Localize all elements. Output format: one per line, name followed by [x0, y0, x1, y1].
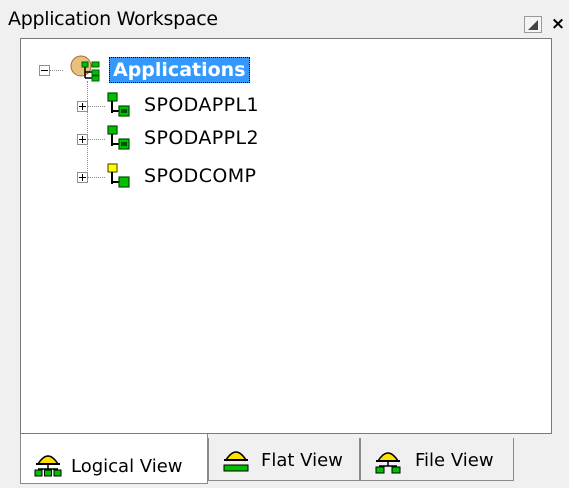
tree-connector — [87, 139, 105, 140]
application-icon — [107, 92, 130, 117]
tab-label: Flat View — [261, 450, 343, 471]
tree-root-label[interactable]: Applications — [109, 57, 250, 83]
flat-view-icon — [223, 451, 249, 472]
tab-file-view[interactable]: File View — [360, 438, 514, 481]
expand-toggle[interactable] — [77, 172, 88, 183]
tree-node-label[interactable]: SPODAPPL1 — [144, 94, 259, 116]
tree-node-label[interactable]: SPODAPPL2 — [144, 127, 259, 149]
tab-flat-view[interactable]: Flat View — [208, 438, 360, 481]
panel-titlebar: Application Workspace × — [0, 0, 569, 36]
tab-logical-view[interactable]: Logical View — [20, 434, 208, 484]
minimize-button[interactable] — [524, 16, 542, 33]
expand-toggle[interactable] — [77, 101, 88, 112]
application-icon — [107, 125, 130, 150]
collapse-toggle[interactable] — [39, 65, 50, 76]
tree-connector — [87, 106, 105, 107]
close-button[interactable]: × — [547, 16, 569, 33]
expand-toggle[interactable] — [77, 134, 88, 145]
tree-connector — [49, 70, 63, 71]
file-view-icon — [375, 452, 401, 474]
application-tree[interactable]: Applications SPODAPPL1 SPODAPPL2 SPODCOM… — [20, 38, 552, 434]
panel-title: Application Workspace — [8, 8, 218, 30]
component-icon — [107, 163, 130, 188]
view-tabs: Logical View Flat View File View — [20, 434, 569, 488]
applications-folder-icon — [70, 55, 100, 82]
tree-connector — [87, 81, 88, 177]
tab-label: Logical View — [71, 456, 183, 477]
tree-connector — [87, 177, 105, 178]
tab-label: File View — [415, 450, 494, 471]
tree-node-label[interactable]: SPODCOMP — [144, 165, 256, 187]
logical-view-icon — [34, 455, 62, 477]
